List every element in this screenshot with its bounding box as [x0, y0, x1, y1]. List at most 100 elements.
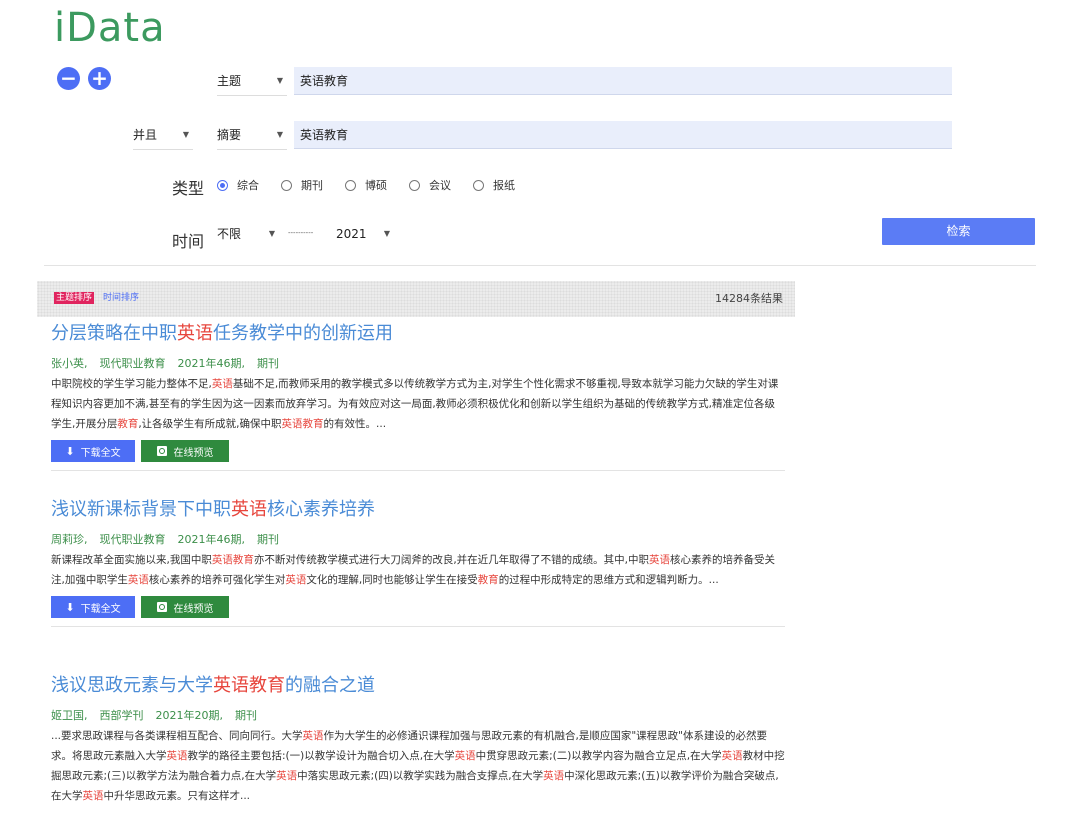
type-label: 类型	[172, 179, 205, 198]
meta-author[interactable]: 张小英,	[51, 357, 88, 370]
chevron-down-icon: ▼	[383, 229, 390, 238]
type-radio-label: 期刊	[301, 179, 323, 192]
result-count: 14284条结果	[715, 292, 783, 305]
type-radio-1[interactable]: 期刊	[281, 178, 323, 192]
radio-circle-icon	[345, 179, 356, 191]
result-item: 浅议思政元素与大学英语教育的融合之道姬卫国, 西部学刊 2021年20期, 期刊...…	[51, 674, 785, 806]
result-title-link[interactable]: 分层策略在中职英语任务教学中的创新运用	[51, 322, 785, 346]
radio-circle-icon	[217, 179, 228, 191]
download-icon: ⬇	[65, 600, 75, 614]
abstract-segment: 英语	[166, 750, 188, 762]
result-actions: ⬇ 下载全文 在线预览	[51, 596, 785, 618]
abstract-segment: 中职院校的学生学习能力整体不足,	[51, 378, 212, 390]
abstract-segment: 教育	[117, 418, 139, 430]
meta-issue: 2021年46期,	[177, 533, 246, 546]
title-segment: 英语教育	[213, 675, 285, 696]
field-select-row2[interactable]: 摘要 ▼	[217, 121, 287, 150]
result-abstract: ...要求思政课程与各类课程相互配合、同向同行。大学英语作为大学生的必修通识课程…	[51, 726, 785, 806]
abstract-segment: 中贯穿思政元素;(二)以教学内容为融合立足点,在大学	[475, 750, 722, 762]
operator-select-row2-value: 并且	[133, 128, 158, 142]
abstract-segment: 英语	[82, 790, 104, 802]
result-title-link[interactable]: 浅议思政元素与大学英语教育的融合之道	[51, 674, 785, 698]
radio-circle-icon	[473, 179, 484, 191]
meta-journal[interactable]: 现代职业教育	[100, 533, 166, 546]
field-select-row1[interactable]: 主题 ▼	[217, 67, 287, 96]
download-button[interactable]: ⬇ 下载全文	[51, 440, 135, 462]
sort-bar: 主题排序 时间排序 14284条结果	[37, 281, 795, 317]
type-radio-label: 报纸	[493, 179, 515, 192]
abstract-segment: 英语	[454, 750, 476, 762]
title-segment: 核心素养培养	[267, 499, 375, 520]
type-radio-0[interactable]: 综合	[217, 178, 259, 192]
preview-button[interactable]: 在线预览	[141, 596, 229, 618]
meta-issue: 2021年46期,	[177, 357, 246, 370]
download-label: 下载全文	[80, 603, 121, 615]
result-abstract: 新课程改革全面实施以来,我国中职英语教育亦不断对传统教学模式进行大刀阔斧的改良,…	[51, 550, 785, 590]
meta-kind: 期刊	[235, 709, 257, 722]
abstract-segment: 英语	[285, 574, 307, 586]
result-actions: ⬇ 下载全文 在线预览	[51, 440, 785, 462]
result-item: 分层策略在中职英语任务教学中的创新运用 张小英, 现代职业教育 2021年46期, 期刊…	[51, 322, 785, 471]
chevron-down-icon: ▼	[276, 130, 283, 139]
meta-issue: 2021年20期,	[155, 709, 224, 722]
time-to-value: 2021	[336, 227, 367, 241]
search-icon	[156, 446, 167, 456]
download-button[interactable]: ⬇ 下载全文	[51, 596, 135, 618]
abstract-segment: 亦不断对传统教学模式进行大刀阔斧的改良,并在近几年取得了不错的成绩。其中,中职	[253, 554, 650, 566]
abstract-segment: ,让各级学生有所成就,确保中职	[138, 418, 282, 430]
preview-label: 在线预览	[173, 447, 214, 459]
type-radio-2[interactable]: 博硕	[345, 178, 387, 192]
abstract-segment: 英语	[302, 730, 324, 742]
abstract-segment: 教学的路径主要包括:(一)以教学设计为融合切入点,在大学	[187, 750, 455, 762]
title-segment: 英语	[177, 323, 213, 344]
search-button[interactable]: 检索	[882, 218, 1035, 245]
result-item: 浅议新课标背景下中职英语核心素养培养 周莉珍, 现代职业教育 2021年46期, 期刊新…	[51, 498, 785, 627]
meta-journal[interactable]: 西部学刊	[100, 709, 144, 722]
logo: iData	[54, 5, 166, 51]
abstract-segment: 英语	[649, 554, 671, 566]
result-separator	[51, 626, 785, 627]
chevron-down-icon: ▼	[268, 229, 275, 238]
result-meta: 周莉珍, 现代职业教育 2021年46期, 期刊	[51, 532, 785, 548]
operator-select-row2[interactable]: 并且 ▼	[133, 121, 193, 150]
type-radio-3[interactable]: 会议	[409, 178, 451, 192]
remove-row-button[interactable]: −	[57, 67, 80, 90]
meta-author[interactable]: 姬卫国,	[51, 709, 88, 722]
abstract-segment: 中落实思政元素;(四)以教学实践为融合支撑点,在大学	[297, 770, 544, 782]
time-to-select[interactable]: 2021 ▼	[336, 220, 394, 248]
meta-journal[interactable]: 现代职业教育	[100, 357, 166, 370]
field-select-row1-value: 主题	[217, 74, 242, 88]
abstract-segment: 英语教育	[281, 418, 324, 430]
result-separator	[51, 470, 785, 471]
meta-author[interactable]: 周莉珍,	[51, 533, 88, 546]
type-radio-label: 博硕	[365, 179, 387, 192]
divider	[44, 265, 1036, 266]
abstract-segment: 文化的理解,同时也能够让学生在接受	[306, 574, 478, 586]
result-title-link[interactable]: 浅议新课标背景下中职英语核心素养培养	[51, 498, 785, 522]
add-row-button[interactable]: +	[88, 67, 111, 90]
title-segment: 浅议思政元素与大学	[51, 675, 213, 696]
type-radio-label: 会议	[429, 179, 451, 192]
time-separator: ----------	[288, 229, 314, 237]
type-radio-4[interactable]: 报纸	[473, 178, 515, 192]
time-from-select[interactable]: 不限 ▼	[217, 220, 279, 248]
chevron-down-icon: ▼	[276, 76, 283, 85]
abstract-segment: 的过程中形成特定的思维方式和逻辑判断力。...	[498, 574, 719, 586]
preview-label: 在线预览	[173, 603, 214, 615]
abstract-segment: ...要求思政课程与各类课程相互配合、同向同行。大学	[51, 730, 303, 742]
title-segment: 任务教学中的创新运用	[213, 323, 393, 344]
abstract-segment: 英语	[211, 378, 233, 390]
field-select-row2-value: 摘要	[217, 128, 242, 142]
sort-by-time-tab[interactable]: 时间排序	[103, 292, 139, 304]
result-meta: 张小英, 现代职业教育 2021年46期, 期刊	[51, 356, 785, 372]
title-segment: 分层策略在中职	[51, 323, 177, 344]
search-input-row1[interactable]	[294, 67, 952, 95]
abstract-segment: 新课程改革全面实施以来,我国中职	[51, 554, 212, 566]
chevron-down-icon: ▼	[182, 130, 189, 139]
search-input-row2[interactable]	[294, 121, 952, 149]
sort-by-subject-tab[interactable]: 主题排序	[54, 292, 95, 304]
preview-button[interactable]: 在线预览	[141, 440, 229, 462]
download-icon: ⬇	[65, 444, 75, 458]
abstract-segment: 英语	[721, 750, 743, 762]
type-radio-label: 综合	[237, 179, 259, 192]
